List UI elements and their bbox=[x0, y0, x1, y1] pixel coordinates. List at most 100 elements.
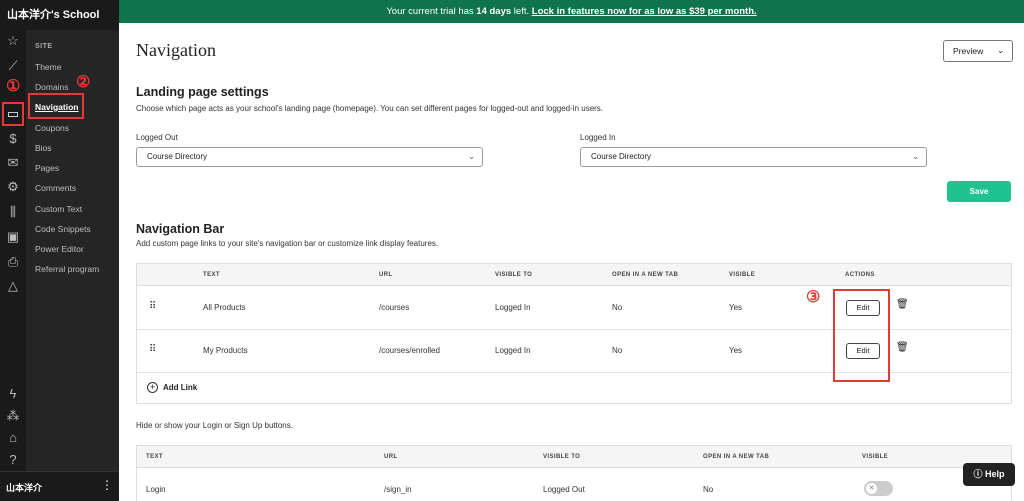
logged-in-select[interactable]: Course Directory ⌄ bbox=[580, 147, 927, 167]
col-text: TEXT bbox=[203, 272, 220, 278]
row-visible-to: Logged In bbox=[495, 346, 531, 355]
upgrade-link[interactable]: Lock in features now for as low as $39 p… bbox=[532, 6, 757, 17]
help-label: Help bbox=[985, 469, 1005, 479]
col-new-tab: OPEN IN A NEW TAB bbox=[612, 272, 679, 278]
navbar-title: Navigation Bar bbox=[136, 222, 225, 236]
trash-icon[interactable]: 🗑 bbox=[896, 342, 909, 353]
col-visible: VISIBLE bbox=[729, 272, 756, 278]
logged-out-label: Logged Out bbox=[136, 133, 178, 142]
nav-section-site: SITE bbox=[35, 43, 53, 50]
document-icon[interactable]: ⎙ bbox=[4, 253, 22, 271]
chevron-down-icon: ⌄ bbox=[997, 46, 1004, 55]
nav-item-code-snippets[interactable]: Code Snippets bbox=[35, 224, 91, 234]
help-icon: ⓘ bbox=[973, 469, 983, 479]
school-title[interactable]: 山本洋介's School bbox=[0, 0, 119, 30]
bolt-icon[interactable]: ϟ bbox=[4, 385, 22, 403]
nav-item-power-editor[interactable]: Power Editor bbox=[35, 244, 84, 254]
row-text: Login bbox=[146, 485, 166, 494]
trial-banner: Your current trial has 14 days left. Loc… bbox=[119, 0, 1024, 23]
logged-in-label: Logged In bbox=[580, 133, 616, 142]
row-text: All Products bbox=[203, 303, 246, 312]
row-visible-to: Logged In bbox=[495, 303, 531, 312]
preview-dropdown[interactable]: Preview ⌄ bbox=[943, 40, 1013, 62]
row-new-tab: No bbox=[612, 346, 623, 355]
logged-out-select[interactable]: Course Directory ⌄ bbox=[136, 147, 483, 167]
star-icon[interactable]: ☆ bbox=[4, 32, 22, 50]
save-button[interactable]: Save bbox=[947, 181, 1011, 202]
plus-circle-icon: + bbox=[147, 382, 158, 393]
marker-three: ③ bbox=[806, 289, 821, 306]
row-text: My Products bbox=[203, 346, 248, 355]
row-url: /sign_in bbox=[384, 485, 412, 494]
banner-text-after: left. bbox=[511, 6, 532, 17]
auth-table: TEXT URL VISIBLE TO OPEN IN A NEW TAB VI… bbox=[136, 445, 1012, 501]
chevron-down-icon: ⌄ bbox=[468, 152, 475, 161]
add-link-label: Add Link bbox=[163, 383, 198, 392]
table-row: Login /sign_in Logged Out No ✕ bbox=[137, 469, 1011, 501]
col-visible-to: VISIBLE TO bbox=[495, 272, 533, 278]
banner-days: 14 days bbox=[476, 6, 512, 17]
col-text: TEXT bbox=[146, 454, 163, 460]
table-header: TEXT URL VISIBLE TO OPEN IN A NEW TAB VI… bbox=[137, 446, 1011, 468]
visible-toggle[interactable]: ✕ bbox=[864, 481, 893, 496]
user-name[interactable]: 山本洋介 bbox=[6, 481, 42, 494]
auth-description: Hide or show your Login or Sign Up butto… bbox=[136, 421, 293, 430]
logged-in-value: Course Directory bbox=[591, 152, 652, 161]
nav-item-coupons[interactable]: Coupons bbox=[35, 123, 69, 133]
trash-icon[interactable]: 🗑 bbox=[896, 299, 909, 310]
col-url: URL bbox=[384, 454, 398, 460]
more-icon[interactable]: ⋮ bbox=[101, 478, 113, 492]
table-header: TEXT URL VISIBLE TO OPEN IN A NEW TAB VI… bbox=[137, 264, 1011, 286]
row-visible: Yes bbox=[729, 346, 743, 355]
user-bar: 山本洋介 ⋮ bbox=[0, 471, 119, 501]
row-url: /courses/enrolled bbox=[379, 346, 440, 355]
drag-handle-icon[interactable]: ⠿ bbox=[149, 344, 156, 355]
preview-label: Preview bbox=[953, 46, 984, 56]
nav-item-custom-text[interactable]: Custom Text bbox=[35, 204, 82, 214]
navbar-description: Add custom page links to your site's nav… bbox=[136, 239, 439, 248]
shapes-icon[interactable]: △ bbox=[4, 277, 22, 295]
nav-item-comments[interactable]: Comments bbox=[35, 183, 76, 193]
nav-item-bios[interactable]: Bios bbox=[35, 143, 52, 153]
nav-item-domains[interactable]: Domains bbox=[35, 82, 69, 92]
nav-item-theme[interactable]: Theme bbox=[35, 62, 61, 72]
question-icon[interactable]: ? bbox=[4, 451, 22, 469]
row-visible: Yes bbox=[729, 303, 743, 312]
landing-description: Choose which page acts as your school's … bbox=[136, 104, 604, 113]
row-visible-to: Logged Out bbox=[543, 485, 585, 494]
add-link-button[interactable]: + Add Link bbox=[147, 379, 267, 399]
col-visible: VISIBLE bbox=[862, 454, 889, 460]
logged-out-value: Course Directory bbox=[147, 152, 208, 161]
row-new-tab: No bbox=[703, 485, 714, 494]
chevron-down-icon: ⌄ bbox=[912, 152, 919, 161]
toggle-knob-x-icon: ✕ bbox=[866, 483, 877, 494]
calendar-icon[interactable]: ▣ bbox=[4, 228, 22, 246]
dollar-icon[interactable]: $ bbox=[4, 130, 22, 148]
gear-icon[interactable]: ⚙ bbox=[4, 178, 22, 196]
row-url: /courses bbox=[379, 303, 410, 312]
drag-handle-icon[interactable]: ⠿ bbox=[149, 301, 156, 312]
analytics-icon[interactable]: ⟋ bbox=[4, 57, 22, 75]
mail-icon[interactable]: ✉ bbox=[4, 154, 22, 172]
banner-text: Your current trial has bbox=[386, 6, 477, 17]
site-nav-panel: SITE Theme Domains Navigation Coupons Bi… bbox=[26, 0, 119, 501]
main-content: Navigation Preview ⌄ Landing page settin… bbox=[119, 23, 1024, 501]
edit-buttons-highlight bbox=[833, 289, 890, 382]
col-new-tab: OPEN IN A NEW TAB bbox=[703, 454, 770, 460]
row-new-tab: No bbox=[612, 303, 623, 312]
graduation-icon[interactable]: ⌂ bbox=[4, 429, 22, 447]
landing-title: Landing page settings bbox=[136, 85, 269, 99]
col-actions: ACTIONS bbox=[845, 272, 875, 278]
nav-item-pages[interactable]: Pages bbox=[35, 163, 59, 173]
page-title: Navigation bbox=[136, 40, 216, 60]
marker-two: ② bbox=[76, 74, 91, 91]
col-url: URL bbox=[379, 272, 393, 278]
col-visible-to: VISIBLE TO bbox=[543, 454, 581, 460]
marker-one: ① bbox=[6, 78, 21, 95]
nav-item-referral-program[interactable]: Referral program bbox=[35, 264, 99, 274]
navigation-item-highlight bbox=[28, 93, 84, 119]
help-button[interactable]: ⓘ Help bbox=[963, 463, 1015, 486]
community-icon[interactable]: ⁂ bbox=[4, 407, 22, 425]
site-icon-highlight bbox=[2, 102, 24, 126]
library-icon[interactable]: ⫼ bbox=[4, 203, 22, 221]
